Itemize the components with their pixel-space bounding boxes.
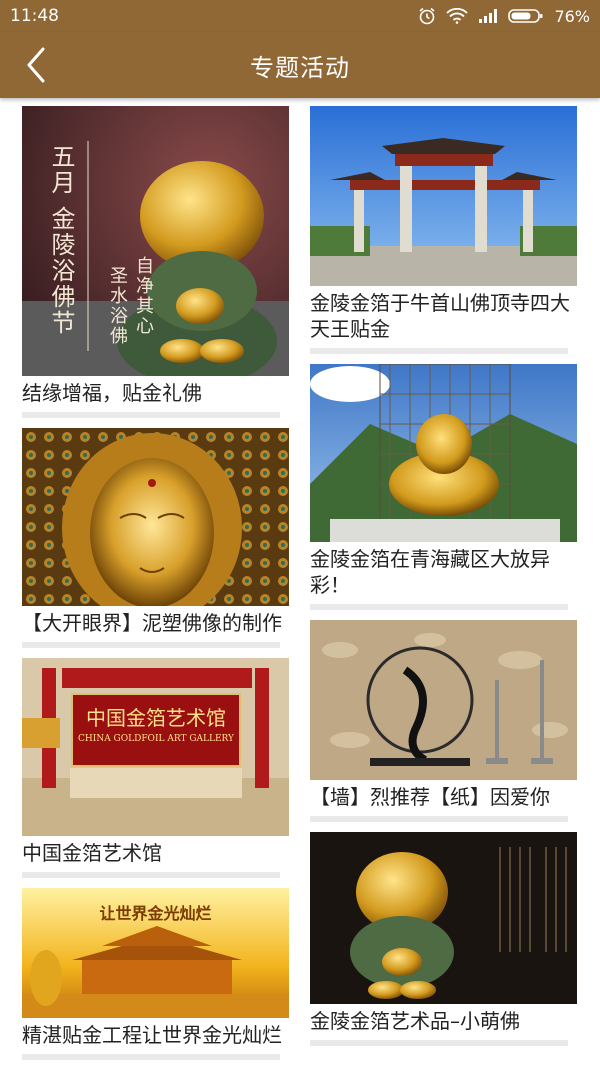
battery-icon — [508, 9, 543, 23]
banner-text: 让世界金光灿烂 — [99, 904, 212, 923]
article-card[interactable]: 中国金箔艺术馆 CHINA GOLDFOIL ART GALLERY 中国金箔艺… — [22, 658, 290, 878]
article-thumbnail: 让世界金光灿烂 — [22, 888, 289, 1018]
article-title: 【大开眼界】泥塑佛像的制作 — [22, 611, 282, 635]
article-title: 中国金箔艺术馆 — [22, 841, 162, 865]
article-card[interactable]: 五月 金陵浴佛节 自净其心 圣水浴佛 结缘增福，贴金礼佛 — [22, 106, 290, 418]
left-column: 五月 金陵浴佛节 自净其心 圣水浴佛 结缘增福，贴金礼佛 【大开眼界】泥塑佛像的… — [22, 106, 290, 1060]
article-title: 金陵金箔在青海藏区大放异彩！ — [310, 547, 550, 597]
article-title: 精湛贴金工程让世界金光灿烂 — [22, 1023, 282, 1047]
gallery-sign-cn: 中国金箔艺术馆 — [86, 706, 226, 730]
article-thumbnail — [22, 428, 289, 606]
article-card[interactable]: 金陵金箔艺术品–小萌佛 — [310, 832, 578, 1046]
divider — [310, 1040, 568, 1046]
promo-text-3: 自净其心 — [133, 256, 154, 336]
article-thumbnail: 中国金箔艺术馆 CHINA GOLDFOIL ART GALLERY — [22, 658, 289, 836]
article-title: 金陵金箔艺术品–小萌佛 — [310, 1009, 520, 1033]
signal-icon — [479, 9, 498, 23]
article-thumbnail — [310, 620, 577, 780]
battery-level: 76% — [554, 6, 590, 26]
article-card[interactable]: 【墙】烈推荐【纸】因爱你 — [310, 620, 578, 822]
article-card[interactable]: 【大开眼界】泥塑佛像的制作 — [22, 428, 290, 648]
article-thumbnail — [310, 364, 577, 542]
promo-text-2: 金陵浴佛节 — [47, 206, 75, 336]
article-thumbnail: 五月 金陵浴佛节 自净其心 圣水浴佛 — [22, 106, 289, 376]
wifi-icon — [446, 8, 469, 24]
article-card[interactable]: 让世界金光灿烂 精湛贴金工程让世界金光灿烂 — [22, 888, 290, 1060]
page-title: 专题活动 — [250, 53, 350, 82]
divider — [310, 348, 568, 354]
promo-text-1: 五月 — [47, 144, 75, 196]
divider — [310, 816, 568, 822]
divider — [22, 412, 280, 418]
article-title: 【墙】烈推荐【纸】因爱你 — [310, 785, 550, 809]
alarm-icon — [419, 7, 435, 25]
promo-text-4: 圣水浴佛 — [107, 266, 128, 346]
article-card[interactable]: 金陵金箔于牛首山佛顶寺四大天王贴金 — [310, 106, 578, 354]
article-thumbnail — [310, 832, 577, 1004]
status-icons: 76% — [418, 7, 590, 26]
gallery-sign-en: CHINA GOLDFOIL ART GALLERY — [78, 734, 234, 744]
article-title: 结缘增福，贴金礼佛 — [22, 381, 202, 405]
app-bar: 专题活动 — [0, 32, 600, 98]
right-column: 金陵金箔于牛首山佛顶寺四大天王贴金 金陵金箔在青海藏区大放异彩！ 【墙】烈推荐【… — [310, 106, 578, 1046]
divider — [22, 872, 280, 878]
divider — [22, 1054, 280, 1060]
article-title: 金陵金箔于牛首山佛顶寺四大天王贴金 — [310, 291, 570, 341]
article-thumbnail — [310, 106, 577, 286]
article-card[interactable]: 金陵金箔在青海藏区大放异彩！ — [310, 364, 578, 610]
status-time: 11:48 — [10, 6, 59, 26]
status-bar: 11:48 76% — [0, 0, 600, 32]
divider — [310, 604, 568, 610]
divider — [22, 642, 280, 648]
